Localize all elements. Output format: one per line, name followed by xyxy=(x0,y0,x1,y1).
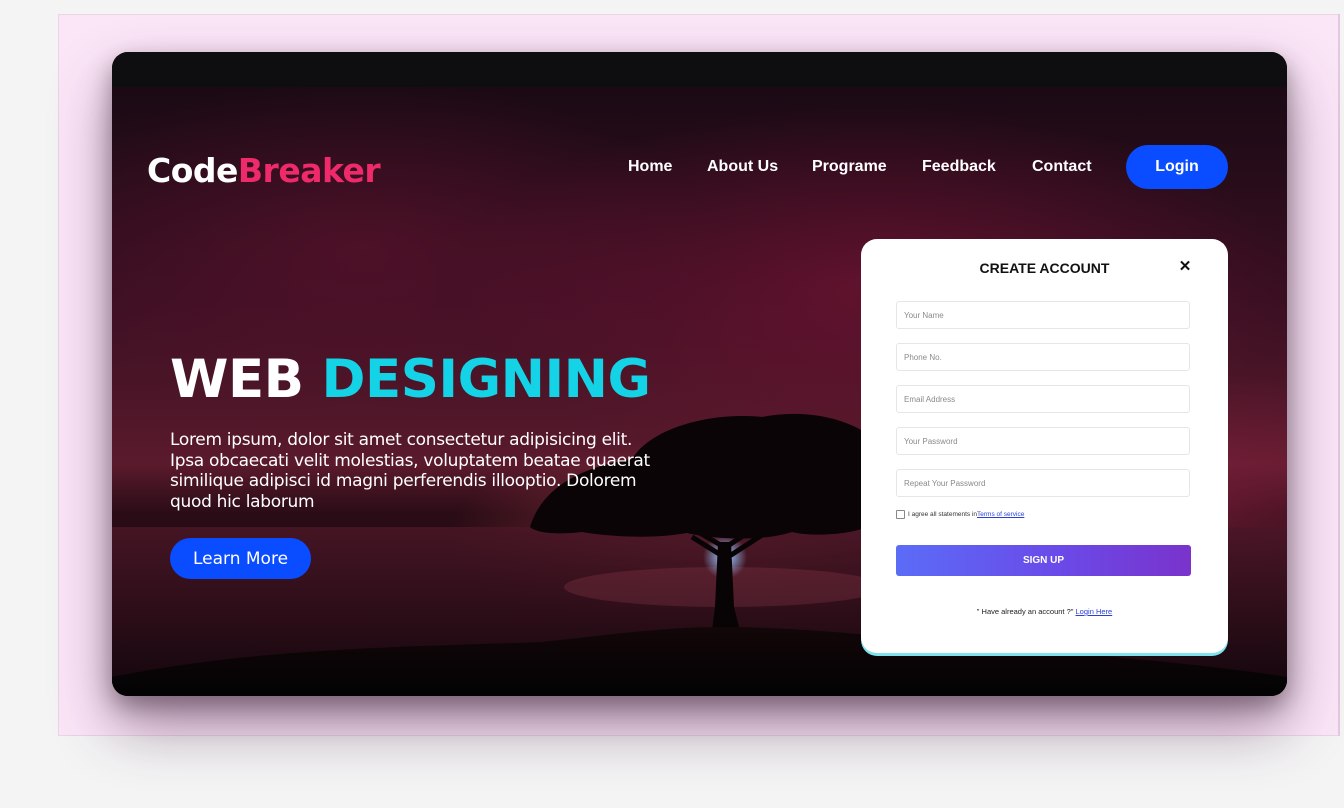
terms-link[interactable]: Terms of service xyxy=(977,511,1024,518)
email-field[interactable] xyxy=(896,385,1190,413)
terms-agreement: I agree all statements in Terms of servic… xyxy=(896,510,1024,519)
hero-section: CodeBreaker Home About Us Programe Feedb… xyxy=(112,87,1287,696)
nav-feedback[interactable]: Feedback xyxy=(922,158,996,176)
backdrop-edge xyxy=(1338,14,1340,736)
password-field[interactable] xyxy=(896,427,1190,455)
logo-text-code: Code xyxy=(147,151,238,190)
nav-home[interactable]: Home xyxy=(628,158,672,176)
have-account-line: " Have already an account ?" Login Here xyxy=(861,607,1228,616)
nav-programe[interactable]: Programe xyxy=(812,158,887,176)
create-account-card: CREATE ACCOUNT ✕ I agree all statements … xyxy=(861,239,1228,653)
repeat-password-field[interactable] xyxy=(896,469,1190,497)
logo-text-breaker: Breaker xyxy=(237,151,381,190)
headline-word-web: WEB xyxy=(170,349,304,410)
sign-up-button[interactable]: SIGN UP xyxy=(896,545,1191,576)
headline-word-designing: DESIGNING xyxy=(321,349,652,410)
login-here-link[interactable]: Login Here xyxy=(1076,607,1113,616)
hero-headline: WEB DESIGNING xyxy=(170,349,651,410)
card-title: CREATE ACCOUNT xyxy=(979,260,1110,276)
brand-logo[interactable]: CodeBreaker xyxy=(147,151,381,190)
website-window: CodeBreaker Home About Us Programe Feedb… xyxy=(112,52,1287,696)
phone-field[interactable] xyxy=(896,343,1190,371)
have-account-text: " Have already an account ?" xyxy=(976,607,1074,616)
close-icon[interactable]: ✕ xyxy=(1177,258,1193,275)
learn-more-button[interactable]: Learn More xyxy=(170,538,311,579)
terms-checkbox[interactable] xyxy=(896,510,905,519)
nav-about-us[interactable]: About Us xyxy=(707,158,778,176)
login-button[interactable]: Login xyxy=(1126,145,1228,189)
window-top-bar xyxy=(112,52,1287,87)
agree-text: I agree all statements in xyxy=(908,511,978,518)
nav-contact[interactable]: Contact xyxy=(1032,158,1092,176)
hero-description: Lorem ipsum, dolor sit amet consectetur … xyxy=(170,430,650,512)
name-field[interactable] xyxy=(896,301,1190,329)
